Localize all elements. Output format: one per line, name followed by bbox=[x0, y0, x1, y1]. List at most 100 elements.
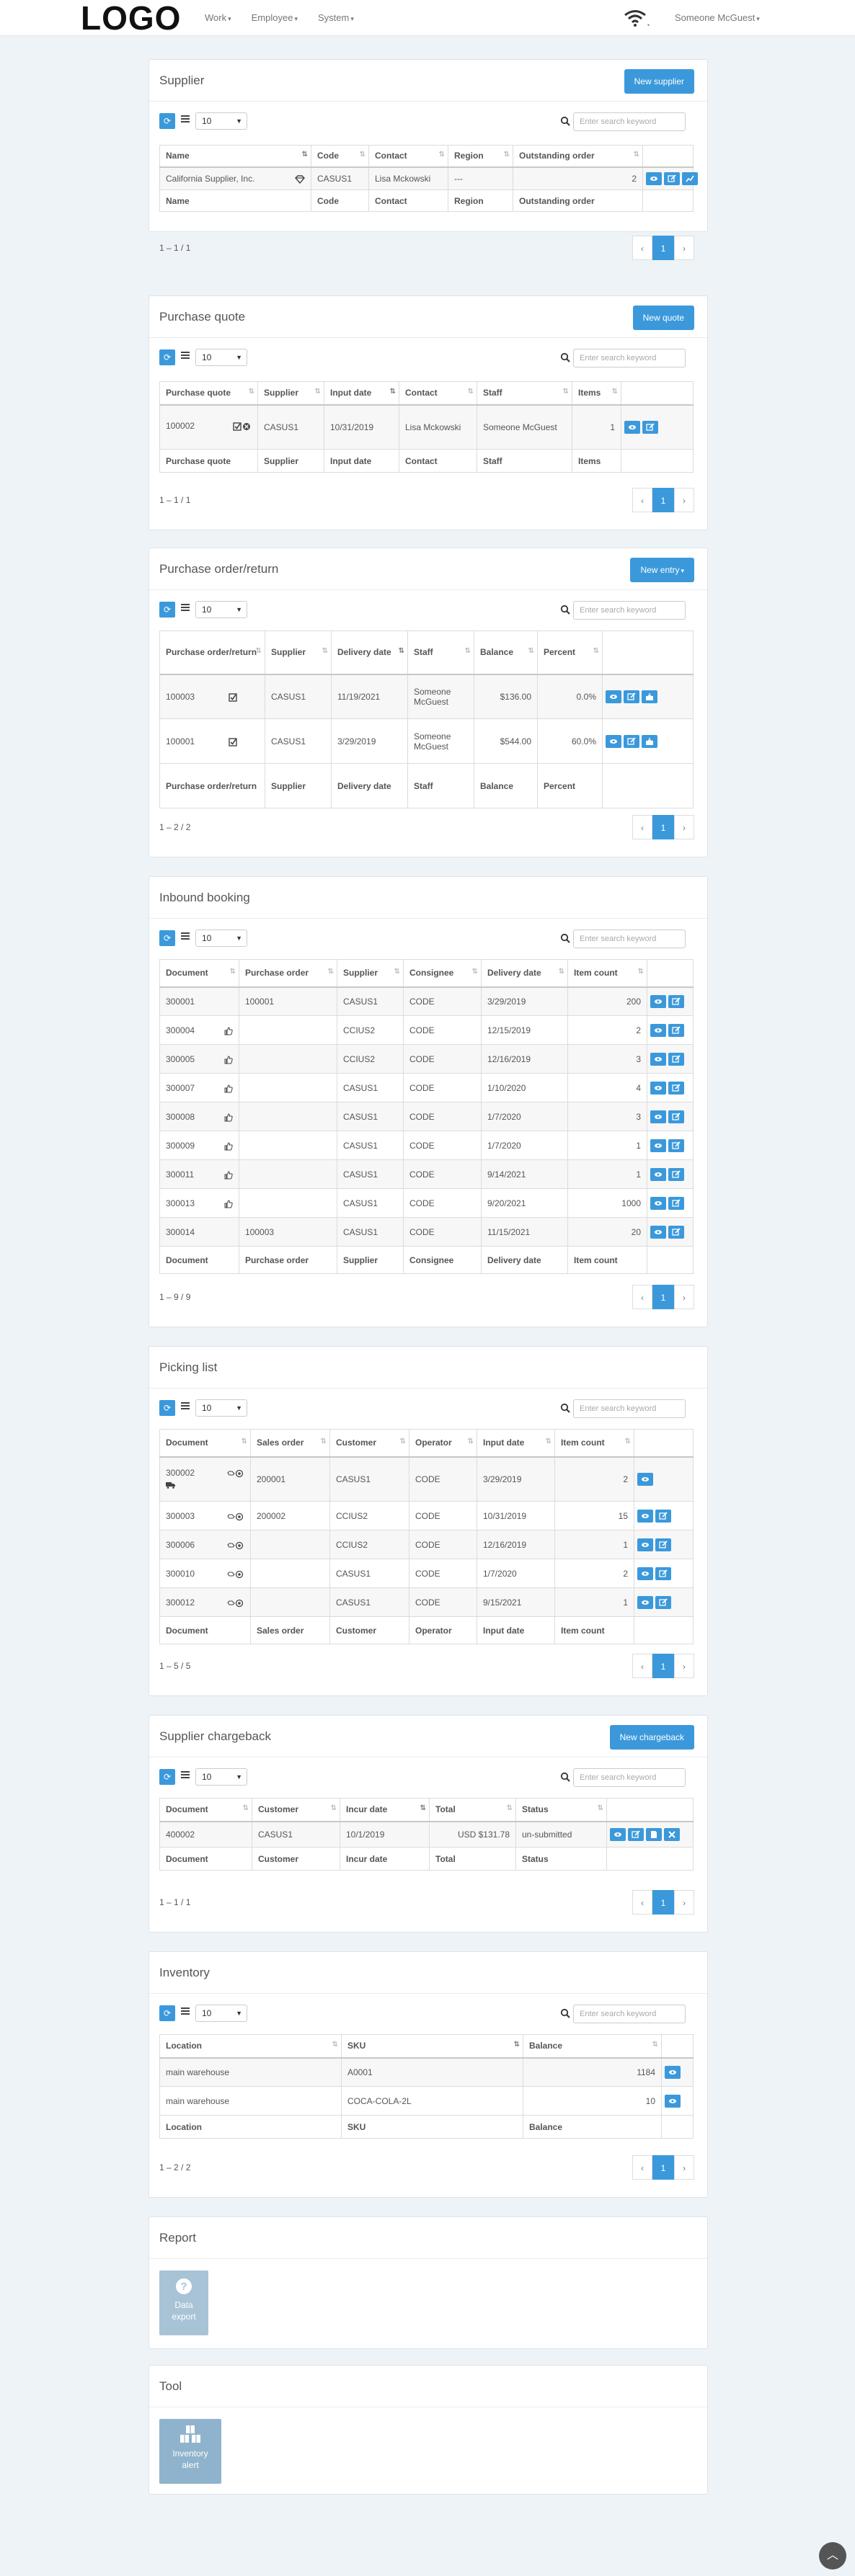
col-header-sku[interactable]: SKU ⇅ bbox=[341, 2034, 523, 2059]
next-page-button[interactable]: › bbox=[674, 236, 694, 260]
receive-button[interactable] bbox=[642, 734, 657, 748]
new-entry-button[interactable]: New entry ▾ bbox=[630, 558, 694, 582]
edit-button[interactable] bbox=[624, 734, 639, 748]
col-header-items[interactable]: Items ⇅ bbox=[572, 381, 621, 406]
page-button[interactable]: 1 bbox=[652, 2155, 674, 2180]
view-button[interactable] bbox=[650, 1081, 666, 1095]
page-button[interactable]: 1 bbox=[652, 815, 674, 839]
edit-button[interactable] bbox=[655, 1538, 671, 1551]
page-button[interactable]: 1 bbox=[652, 1654, 674, 1678]
view-button[interactable] bbox=[637, 1538, 653, 1551]
edit-button[interactable] bbox=[668, 1023, 684, 1037]
view-button[interactable] bbox=[665, 2065, 681, 2079]
inventory-alert-tile[interactable]: Inventory alert bbox=[159, 2419, 221, 2484]
col-header-supplier[interactable]: Supplier ⇅ bbox=[337, 959, 404, 988]
col-header-region[interactable]: Region ⇅ bbox=[448, 145, 513, 168]
page-size-select[interactable]: 10 ▼ bbox=[195, 1399, 247, 1417]
search-input[interactable] bbox=[573, 1399, 686, 1418]
edit-button[interactable] bbox=[655, 1509, 671, 1523]
view-button[interactable] bbox=[637, 1566, 653, 1580]
col-header-supplier[interactable]: Supplier ⇅ bbox=[265, 630, 332, 675]
new-quote-button[interactable]: New quote bbox=[632, 306, 694, 330]
col-header-percent[interactable]: Percent ⇅ bbox=[537, 630, 603, 675]
col-header-operator[interactable]: Operator ⇅ bbox=[409, 1429, 477, 1458]
prev-page-button[interactable]: ‹ bbox=[632, 2155, 652, 2180]
next-page-button[interactable]: › bbox=[674, 1285, 694, 1309]
page-size-select[interactable]: 10 ▼ bbox=[195, 112, 247, 130]
col-header-staff[interactable]: Staff ⇅ bbox=[477, 381, 572, 406]
col-header-balance[interactable]: Balance ⇅ bbox=[523, 2034, 662, 2059]
view-button[interactable] bbox=[650, 994, 666, 1008]
columns-icon[interactable] bbox=[181, 1402, 190, 1411]
col-header-delivery-date[interactable]: Delivery date ⇅ bbox=[481, 959, 568, 988]
col-header-quote[interactable]: Purchase quote ⇅ bbox=[159, 381, 258, 406]
col-header-contact[interactable]: Contact ⇅ bbox=[399, 381, 477, 406]
new-chargeback-button[interactable]: New chargeback bbox=[609, 1725, 694, 1750]
col-header-supplier[interactable]: Supplier ⇅ bbox=[257, 381, 324, 406]
edit-button[interactable] bbox=[642, 420, 658, 434]
chart-button[interactable] bbox=[682, 171, 698, 185]
col-header-balance[interactable]: Balance ⇅ bbox=[474, 630, 538, 675]
columns-icon[interactable] bbox=[181, 352, 190, 360]
col-header-item-count[interactable]: Item count ⇅ bbox=[554, 1429, 634, 1458]
col-header-po[interactable]: Purchase order ⇅ bbox=[239, 959, 337, 988]
page-button[interactable]: 1 bbox=[652, 488, 674, 512]
edit-button[interactable] bbox=[624, 690, 639, 703]
next-page-button[interactable]: › bbox=[674, 488, 694, 512]
receive-button[interactable] bbox=[642, 690, 657, 703]
search-input[interactable] bbox=[573, 112, 686, 131]
edit-button[interactable] bbox=[668, 1167, 684, 1181]
col-header-order[interactable]: Purchase order/return ⇅ bbox=[159, 630, 265, 675]
col-header-document[interactable]: Document ⇅ bbox=[159, 959, 239, 988]
user-menu[interactable]: Someone McGuest ▾ bbox=[675, 0, 760, 36]
view-button[interactable] bbox=[606, 690, 621, 703]
search-input[interactable] bbox=[573, 349, 686, 367]
logo[interactable]: LOGO bbox=[81, 0, 181, 36]
edit-button[interactable] bbox=[668, 1196, 684, 1210]
edit-button[interactable] bbox=[664, 171, 680, 185]
col-header-outstanding[interactable]: Outstanding order ⇅ bbox=[513, 145, 643, 168]
prev-page-button[interactable]: ‹ bbox=[632, 1285, 652, 1309]
columns-icon[interactable] bbox=[181, 2007, 190, 2016]
refresh-icon[interactable]: ⟳ bbox=[159, 113, 175, 129]
view-button[interactable] bbox=[606, 734, 621, 748]
search-input[interactable] bbox=[573, 1768, 686, 1787]
col-header-status[interactable]: Status ⇅ bbox=[515, 1798, 607, 1822]
columns-icon[interactable] bbox=[181, 932, 190, 941]
view-button[interactable] bbox=[650, 1225, 666, 1239]
edit-button[interactable] bbox=[655, 1595, 671, 1609]
search-input[interactable] bbox=[573, 2005, 686, 2023]
page-size-select[interactable]: 10 ▼ bbox=[195, 2005, 247, 2022]
prev-page-button[interactable]: ‹ bbox=[632, 815, 652, 839]
prev-page-button[interactable]: ‹ bbox=[632, 1890, 652, 1915]
page-size-select[interactable]: 10 ▼ bbox=[195, 930, 247, 947]
col-header-name[interactable]: Name ⇅ bbox=[159, 145, 311, 168]
view-button[interactable] bbox=[665, 2094, 681, 2108]
scroll-to-top-button[interactable]: ︿ bbox=[819, 2542, 846, 2570]
col-header-code[interactable]: Code ⇅ bbox=[311, 145, 369, 168]
wifi-icon[interactable] bbox=[623, 9, 652, 27]
new-supplier-button[interactable]: New supplier bbox=[624, 69, 694, 94]
view-button[interactable] bbox=[637, 1509, 653, 1523]
view-button[interactable] bbox=[610, 1827, 626, 1841]
refresh-icon[interactable]: ⟳ bbox=[159, 2005, 175, 2021]
col-header-delivery-date[interactable]: Delivery date ⇅ bbox=[331, 630, 408, 675]
edit-button[interactable] bbox=[668, 1138, 684, 1152]
prev-page-button[interactable]: ‹ bbox=[632, 1654, 652, 1678]
col-header-sales-order[interactable]: Sales order ⇅ bbox=[250, 1429, 330, 1458]
page-size-select[interactable]: 10 ▼ bbox=[195, 601, 247, 618]
col-header-document[interactable]: Document ⇅ bbox=[159, 1798, 252, 1822]
search-input[interactable] bbox=[573, 601, 686, 620]
refresh-icon[interactable]: ⟳ bbox=[159, 930, 175, 946]
page-button[interactable]: 1 bbox=[652, 1890, 674, 1915]
page-button[interactable]: 1 bbox=[652, 236, 674, 260]
columns-icon[interactable] bbox=[181, 604, 190, 612]
next-page-button[interactable]: › bbox=[674, 1890, 694, 1915]
search-input[interactable] bbox=[573, 930, 686, 948]
next-page-button[interactable]: › bbox=[674, 1654, 694, 1678]
refresh-icon[interactable]: ⟳ bbox=[159, 1400, 175, 1416]
next-page-button[interactable]: › bbox=[674, 815, 694, 839]
document-button[interactable] bbox=[646, 1827, 662, 1841]
edit-button[interactable] bbox=[655, 1566, 671, 1580]
prev-page-button[interactable]: ‹ bbox=[632, 488, 652, 512]
